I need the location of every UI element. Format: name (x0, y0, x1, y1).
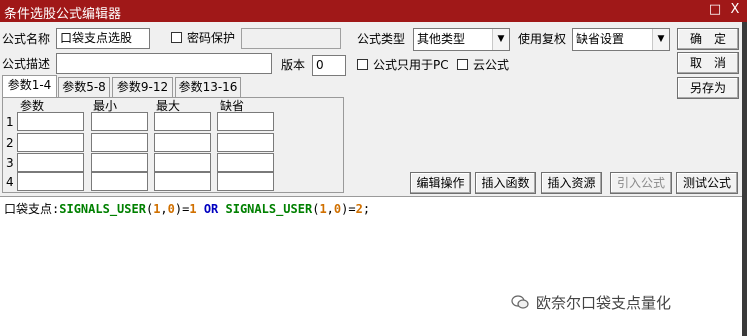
param-row-number: 3 (6, 156, 14, 170)
import-formula-button[interactable]: 引入公式 (610, 172, 672, 194)
password-input[interactable] (241, 28, 341, 49)
tab-params-1-4[interactable]: 参数1-4 (2, 75, 57, 98)
tab-params-9-12[interactable]: 参数9-12 (112, 77, 173, 97)
code-comma: , (326, 202, 334, 216)
code-function: SIGNALS_USER (225, 202, 313, 216)
formula-name-label: 公式名称 (2, 32, 51, 46)
param-max-cell[interactable] (154, 133, 211, 152)
formula-type-select[interactable]: 其他类型 ▼ (413, 28, 510, 51)
title-bar: 条件选股公式编辑器 □ X (0, 0, 747, 22)
formula-editor-window: 条件选股公式编辑器 □ X 公式名称 口袋支点选股 密码保护 公式类型 其他类型… (0, 0, 747, 336)
param-row-number: 2 (6, 136, 14, 150)
restore-value: 缺省设置 (576, 32, 625, 46)
code-semicolon: ; (362, 202, 371, 216)
param-default-cell[interactable] (217, 153, 274, 172)
maximize-icon[interactable]: □ (706, 2, 724, 18)
window-title: 条件选股公式编辑器 (4, 7, 122, 22)
param-max-cell[interactable] (154, 112, 211, 131)
tab-params-5-8[interactable]: 参数5-8 (58, 77, 110, 97)
insert-resource-button[interactable]: 插入资源 (541, 172, 602, 194)
formula-desc-input[interactable] (56, 53, 272, 74)
param-name-cell[interactable] (17, 153, 84, 172)
version-input[interactable]: 0 (312, 55, 346, 76)
param-header-max: 最大 (156, 99, 181, 113)
restore-label: 使用复权 (518, 32, 567, 46)
formula-desc-label: 公式描述 (2, 57, 51, 71)
pc-only-label: 公式只用于PC (373, 58, 449, 72)
cloud-label: 云公式 (473, 58, 510, 72)
param-min-cell[interactable] (91, 172, 148, 191)
restore-select[interactable]: 缺省设置 ▼ (572, 28, 670, 51)
edit-operations-button[interactable]: 编辑操作 (410, 172, 471, 194)
version-label: 版本 (281, 58, 306, 72)
code-variable-name: 口袋支点 (4, 202, 53, 216)
ok-button[interactable]: 确 定 (677, 28, 739, 50)
password-checkbox[interactable] (171, 32, 182, 43)
param-default-cell[interactable] (217, 172, 274, 191)
param-header-min: 最小 (93, 99, 118, 113)
code-number: 1 (189, 202, 197, 216)
param-default-cell[interactable] (217, 112, 274, 131)
param-header-default: 缺省 (220, 99, 245, 113)
code-function: SIGNALS_USER (59, 202, 146, 216)
param-name-cell[interactable] (17, 112, 84, 131)
code-comma: , (160, 202, 168, 216)
param-header-name: 参数 (20, 99, 45, 113)
code-number: 0 (167, 202, 175, 216)
code-keyword-or: OR (196, 202, 226, 216)
close-icon[interactable]: X (726, 2, 744, 18)
param-min-cell[interactable] (91, 153, 148, 172)
formula-type-value: 其他类型 (417, 32, 466, 46)
chevron-down-icon: ▼ (652, 29, 669, 50)
formula-type-label: 公式类型 (357, 32, 406, 46)
param-max-cell[interactable] (154, 153, 211, 172)
formula-name-input[interactable]: 口袋支点选股 (56, 28, 150, 49)
param-name-cell[interactable] (17, 133, 84, 152)
param-default-cell[interactable] (217, 133, 274, 152)
chevron-down-icon: ▼ (492, 29, 509, 50)
code-line: 口袋支点:SIGNALS_USER(1,0)=1 OR SIGNALS_USER… (4, 200, 370, 217)
param-max-cell[interactable] (154, 172, 211, 191)
pc-only-checkbox[interactable] (357, 59, 368, 70)
cloud-checkbox[interactable] (457, 59, 468, 70)
code-equals: = (348, 202, 356, 216)
param-min-cell[interactable] (91, 133, 148, 152)
cancel-button[interactable]: 取 消 (677, 52, 739, 74)
formula-code-editor[interactable]: 口袋支点:SIGNALS_USER(1,0)=1 OR SIGNALS_USER… (0, 196, 742, 336)
code-number: 2 (355, 202, 363, 216)
param-row-number: 4 (6, 175, 14, 189)
wechat-icon (511, 295, 529, 309)
param-min-cell[interactable] (91, 112, 148, 131)
watermark-text: 欧奈尔口袋支点量化 (536, 294, 672, 312)
save-as-button[interactable]: 另存为 (677, 77, 739, 99)
insert-function-button[interactable]: 插入函数 (475, 172, 536, 194)
tab-params-13-16[interactable]: 参数13-16 (175, 77, 241, 97)
test-formula-button[interactable]: 测试公式 (676, 172, 738, 194)
code-number: 1 (319, 202, 327, 216)
scrollbar[interactable] (742, 22, 747, 336)
password-label: 密码保护 (187, 31, 236, 45)
param-row-number: 1 (6, 115, 14, 129)
param-name-cell[interactable] (17, 172, 84, 191)
